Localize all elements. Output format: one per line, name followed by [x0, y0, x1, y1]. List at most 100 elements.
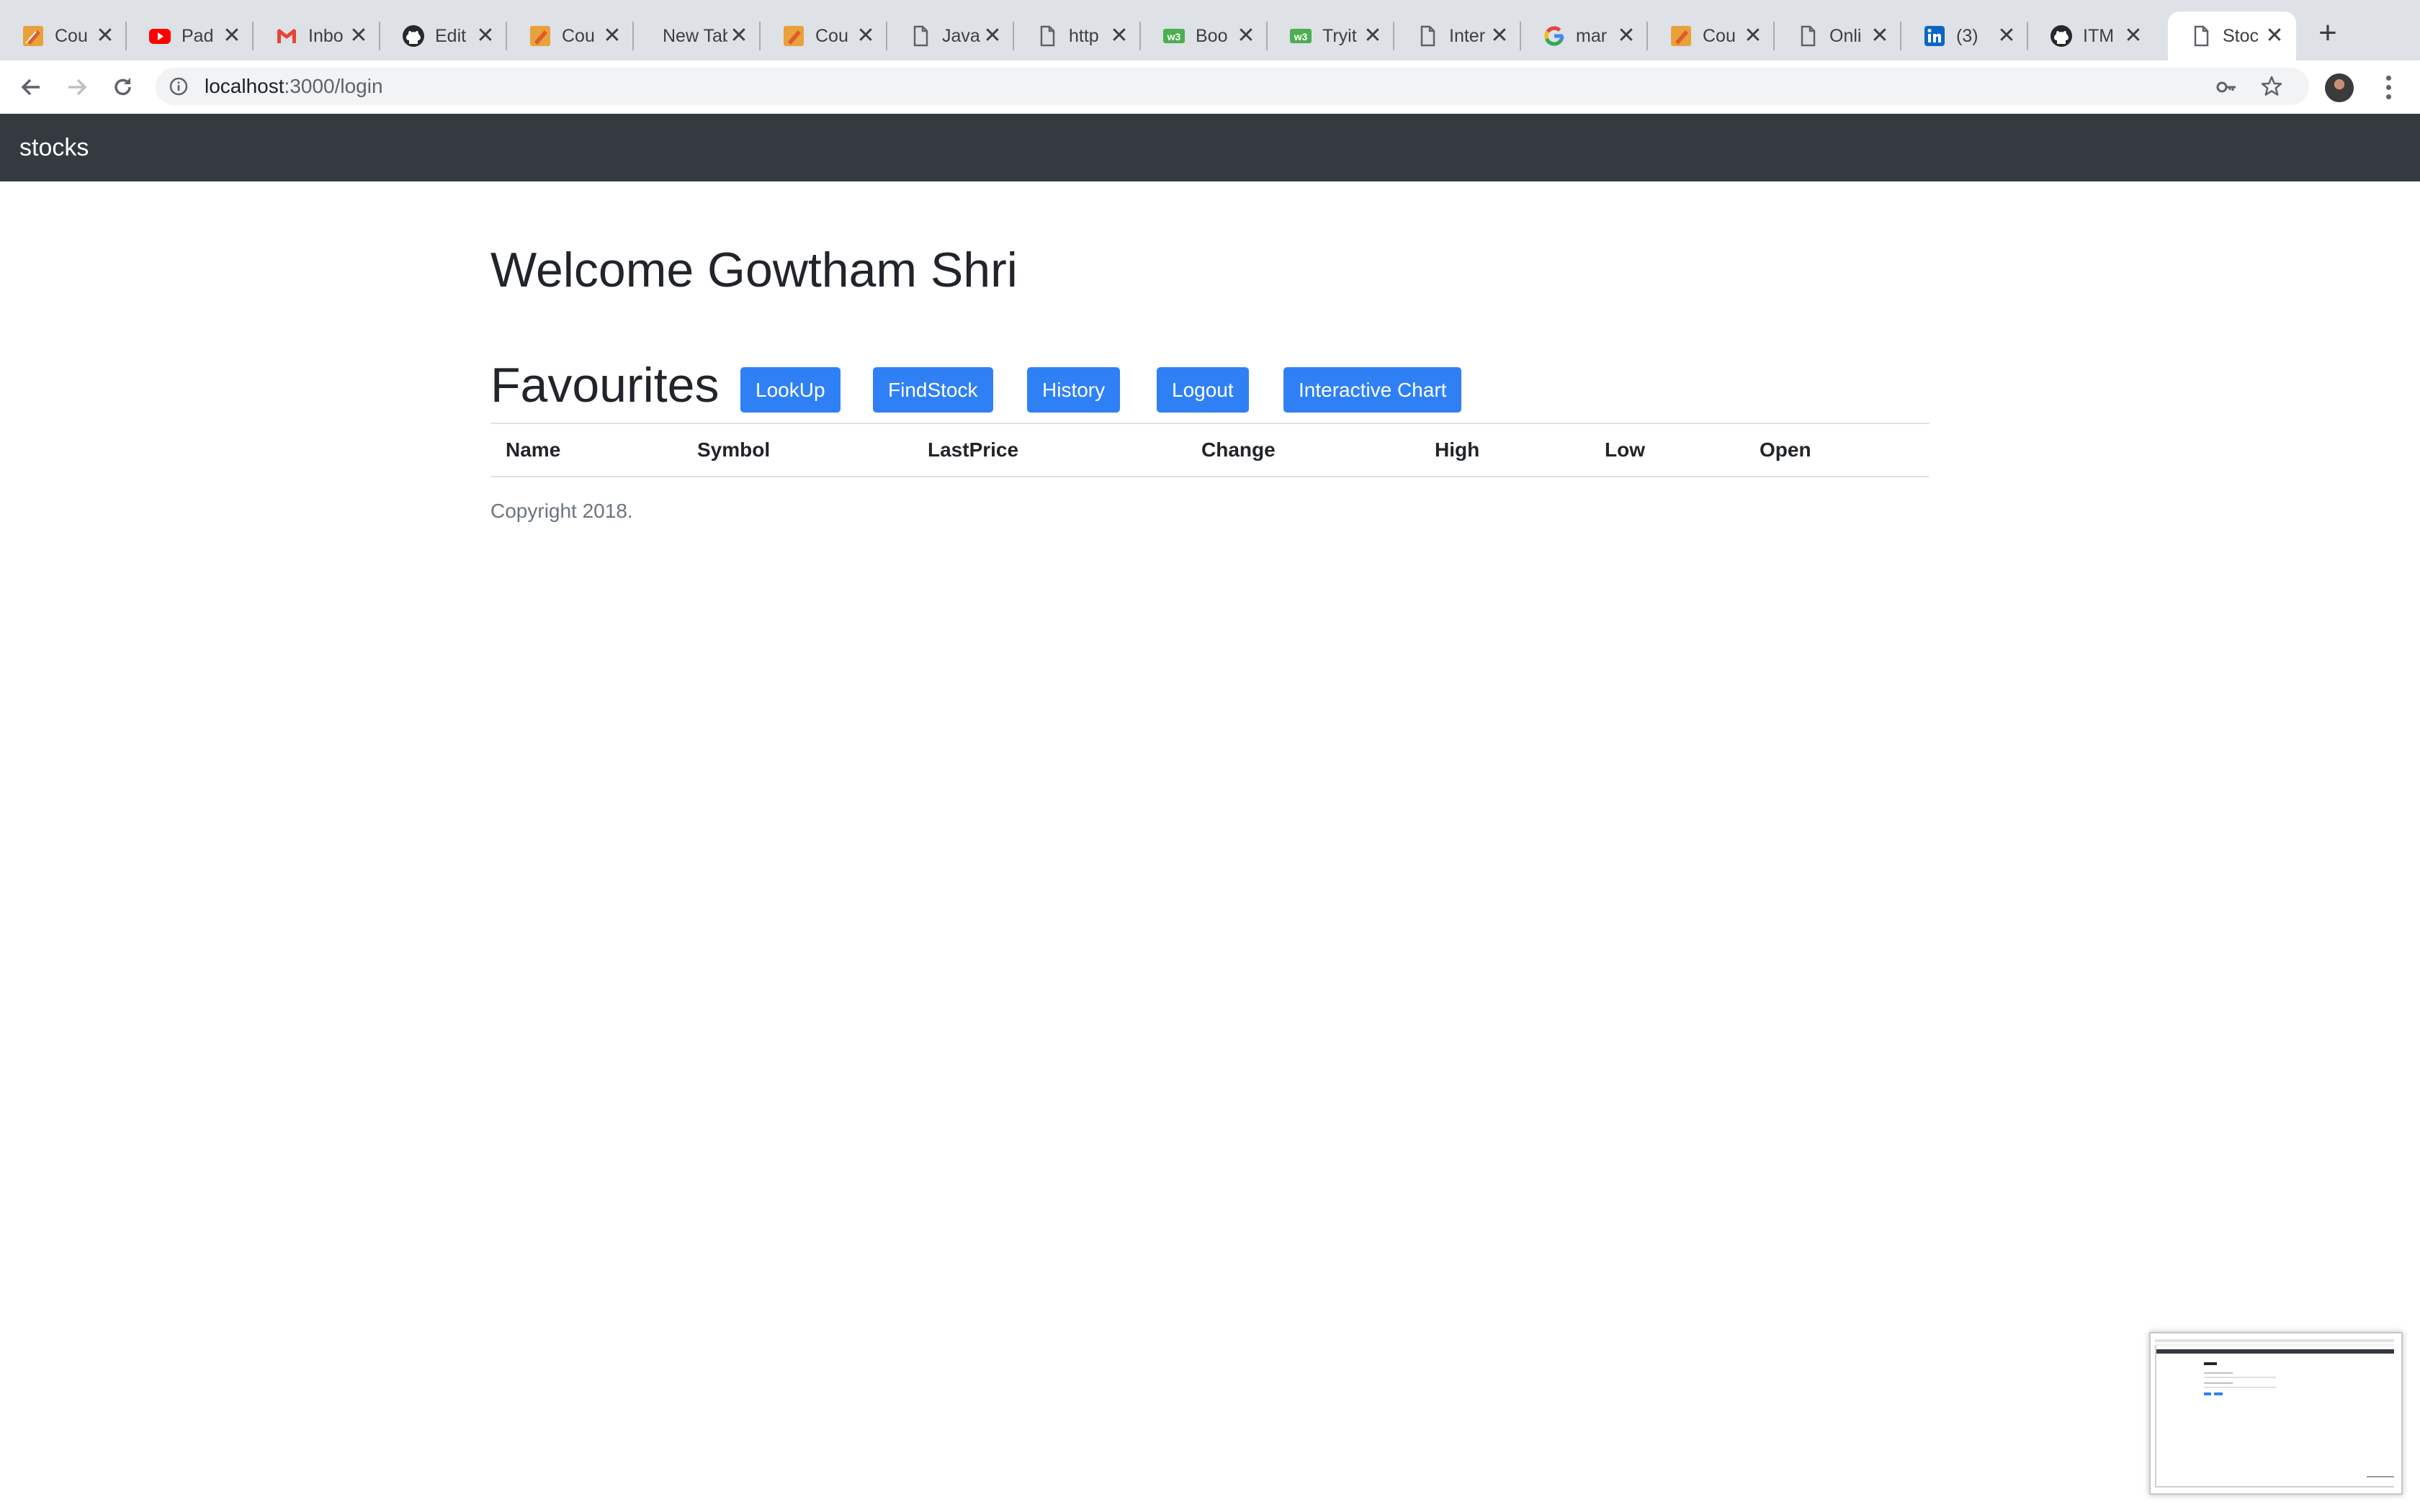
column-header-change: Change [1186, 423, 1420, 477]
close-icon[interactable]: ✕ [601, 24, 624, 48]
close-icon[interactable]: ✕ [1234, 24, 1258, 48]
tab-strip: Cou ✕ Pad ✕ Inbo ✕ Edit ✕ Cou ✕ New Tab … [0, 0, 2420, 60]
tab-title: Inter [1449, 26, 1486, 46]
thumbnail-image [2151, 1333, 2398, 1490]
interactive-chart-button[interactable]: Interactive Chart [1283, 367, 1462, 413]
close-icon[interactable]: ✕ [347, 24, 370, 48]
tab-title: Onli [1829, 26, 1862, 46]
tab-title: Cou [815, 26, 848, 46]
w3-icon: w3 [1289, 24, 1312, 48]
close-icon[interactable]: ✕ [854, 24, 877, 48]
svg-text:w3: w3 [1167, 31, 1181, 42]
close-icon[interactable]: ✕ [1615, 24, 1638, 48]
tab-1[interactable]: Pad ✕ [127, 12, 254, 60]
key-icon[interactable] [2215, 76, 2237, 98]
close-icon[interactable]: ✕ [1108, 24, 1131, 48]
page-icon [909, 24, 932, 48]
tab-title: Edit [435, 26, 467, 46]
youtube-icon [148, 24, 171, 48]
tab-11[interactable]: Inter ✕ [1394, 12, 1521, 60]
tab-0[interactable]: Cou ✕ [0, 12, 127, 60]
url-host: localhost [205, 75, 284, 97]
close-icon[interactable]: ✕ [2122, 24, 2145, 48]
url-text[interactable]: localhost:3000/login [205, 68, 383, 105]
close-icon[interactable]: ✕ [981, 24, 1004, 48]
tab-title: Java [942, 26, 980, 46]
close-icon[interactable]: ✕ [1361, 24, 1384, 48]
linkedin-icon [1923, 24, 1946, 48]
address-bar[interactable]: localhost:3000/login [156, 68, 2309, 105]
back-button[interactable] [14, 71, 48, 104]
tab-10[interactable]: w3 Tryit ✕ [1268, 12, 1394, 60]
url-path: :3000/login [284, 75, 383, 97]
tab-title: Inbo [308, 26, 344, 46]
tab-4[interactable]: Cou ✕ [507, 12, 634, 60]
google-icon [1543, 24, 1566, 48]
tab-title: Stoc [2223, 26, 2259, 46]
favourites-heading: Favourites [490, 358, 720, 413]
forward-button[interactable] [60, 71, 94, 104]
close-icon[interactable]: ✕ [1488, 24, 1511, 48]
tab-3[interactable]: Edit ✕ [380, 12, 507, 60]
tab-6[interactable]: Cou ✕ [761, 12, 887, 60]
close-icon[interactable]: ✕ [1868, 24, 1891, 48]
welcome-heading: Welcome Gowtham Shri [490, 243, 1018, 297]
close-icon[interactable]: ✕ [727, 24, 750, 48]
close-icon[interactable]: ✕ [94, 24, 117, 48]
app-navbar: stocks [0, 114, 2420, 181]
screenshot-thumbnail-preview[interactable] [2149, 1332, 2403, 1495]
pencil-icon [529, 24, 552, 48]
tab-title: Boo [1196, 26, 1228, 46]
column-header-symbol: Symbol [682, 423, 913, 477]
logout-button[interactable]: Logout [1157, 367, 1249, 413]
arrow-right-icon [68, 78, 87, 96]
close-icon[interactable]: ✕ [474, 24, 497, 48]
new-tab-button[interactable]: + [2311, 17, 2345, 52]
tab-7[interactable]: Java ✕ [887, 12, 1014, 60]
star-icon[interactable] [2260, 75, 2283, 98]
page-icon [2190, 24, 2213, 48]
history-button[interactable]: History [1027, 367, 1121, 413]
github-icon [402, 24, 425, 48]
pencil-icon [22, 24, 45, 48]
column-header-high: High [1420, 423, 1590, 477]
tab-title: http [1069, 26, 1099, 46]
column-header-name: Name [490, 423, 682, 477]
tab-14[interactable]: Onli ✕ [1775, 12, 1901, 60]
column-header-open: Open [1744, 423, 1930, 477]
tab-15[interactable]: (3) ✕ [1901, 12, 2028, 60]
lookup-button[interactable]: LookUp [740, 367, 841, 413]
close-icon[interactable]: ✕ [220, 24, 243, 48]
tab-16[interactable]: ITM ✕ [2028, 12, 2155, 60]
tab-title: ITM [2083, 26, 2115, 46]
findstock-button[interactable]: FindStock [873, 367, 993, 413]
tab-title: Tryit [1322, 26, 1357, 46]
table-header-row: Name Symbol LastPrice Change High Low Op… [490, 423, 1930, 477]
profile-avatar[interactable] [2325, 73, 2354, 102]
reload-icon [115, 78, 131, 96]
navbar-brand[interactable]: stocks [19, 114, 89, 181]
close-icon[interactable]: ✕ [2263, 24, 2286, 48]
info-icon[interactable] [169, 76, 189, 96]
favourites-table: Name Symbol LastPrice Change High Low Op… [490, 423, 1930, 477]
tab-title: mar [1576, 26, 1608, 46]
close-icon[interactable]: ✕ [1995, 24, 2018, 48]
tab-13[interactable]: Cou ✕ [1648, 12, 1775, 60]
tab-2[interactable]: Inbo ✕ [254, 12, 380, 60]
page-icon [1416, 24, 1439, 48]
reload-button[interactable] [107, 71, 140, 104]
tab-12[interactable]: mar ✕ [1521, 12, 1648, 60]
tab-5[interactable]: New Tab ✕ [634, 12, 761, 60]
tab-title: Cou [562, 26, 595, 46]
close-icon[interactable]: ✕ [1742, 24, 1765, 48]
browser-toolbar: localhost:3000/login [0, 60, 2420, 115]
tab-9[interactable]: w3 Boo ✕ [1141, 12, 1268, 60]
svg-text:w3: w3 [1294, 31, 1308, 42]
tab-17-active[interactable]: Stoc ✕ [2168, 12, 2296, 60]
tab-title: New Tab [663, 26, 727, 46]
copyright-footer: Copyright 2018. [490, 500, 633, 522]
tab-8[interactable]: http ✕ [1014, 12, 1141, 60]
tab-title: Pad [182, 26, 214, 46]
gmail-icon [275, 24, 298, 48]
browser-menu-button[interactable] [2377, 71, 2400, 104]
